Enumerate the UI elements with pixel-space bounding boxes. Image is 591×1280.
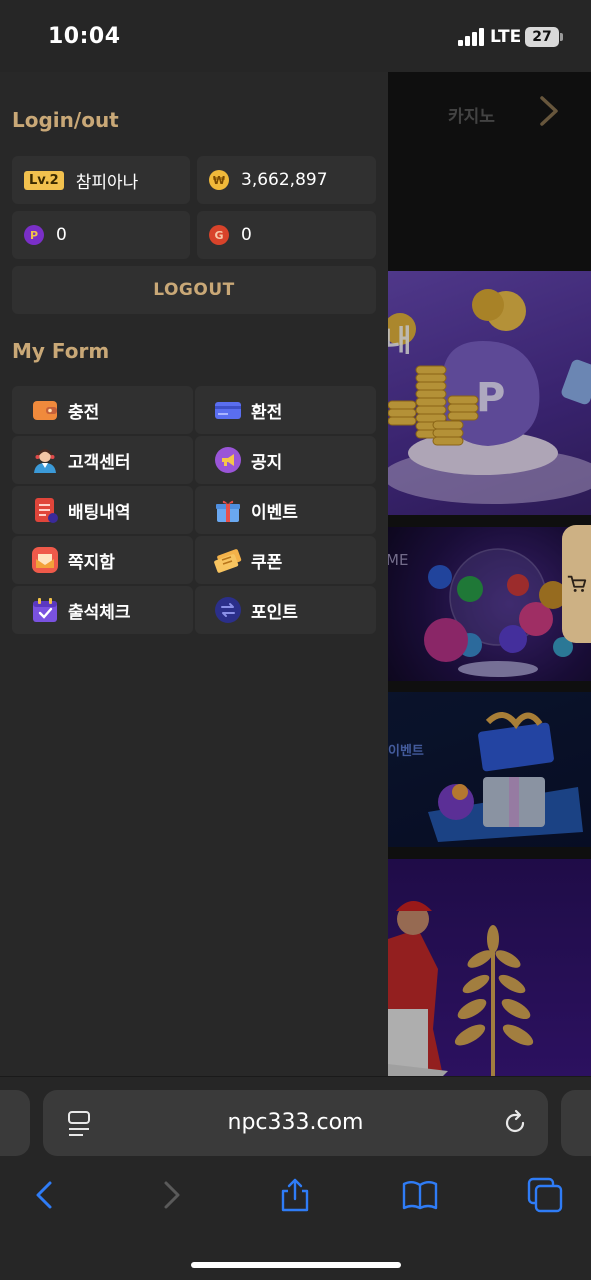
menu-item-points[interactable]: 포인트: [195, 586, 376, 634]
side-drawer: Login/out Lv.2 참피아나 ₩ 3,662,897 P 0 G 0 …: [0, 72, 388, 1076]
user-name: 참피아나: [75, 172, 139, 193]
menu-item-event[interactable]: 이벤트: [195, 486, 376, 534]
megaphone-icon: [215, 447, 241, 473]
tabs-icon[interactable]: [527, 1177, 563, 1213]
next-tab-preview[interactable]: [561, 1090, 591, 1156]
drawer-overlay[interactable]: [388, 72, 591, 1076]
menu-item-attendance[interactable]: 출석체크: [12, 586, 193, 634]
share-icon[interactable]: [277, 1177, 313, 1213]
address-bar[interactable]: npc333.com: [43, 1090, 548, 1156]
menu-label: 출석체크: [68, 602, 131, 623]
menu-label: 배팅내역: [68, 502, 131, 523]
exchange-icon: [215, 597, 241, 623]
menu-item-charge[interactable]: 충전: [12, 386, 193, 434]
back-icon[interactable]: [26, 1177, 62, 1213]
won-coin-icon: ₩: [209, 170, 229, 190]
battery-icon: 27: [525, 27, 563, 47]
cart-icon: [567, 575, 587, 592]
level-badge: Lv.2: [24, 170, 64, 190]
g-card: G 0: [197, 211, 376, 259]
point-coin-icon: P: [24, 225, 44, 245]
menu-label: 포인트: [251, 602, 298, 623]
menu-label: 이벤트: [251, 502, 298, 523]
user-level-card: Lv.2 참피아나: [12, 156, 190, 204]
menu-label: 충전: [68, 402, 100, 423]
card-icon: [215, 402, 241, 419]
point-value: 0: [56, 225, 67, 245]
document-icon: [35, 498, 58, 523]
myform-section-title: My Form: [12, 339, 110, 363]
forward-icon[interactable]: [154, 1177, 190, 1213]
calendar-check-icon: [33, 598, 57, 622]
g-coin-icon: G: [209, 225, 229, 245]
coupon-icon: [214, 549, 242, 573]
gift-icon: [216, 500, 240, 522]
support-agent-icon: [34, 449, 56, 473]
menu-item-messages[interactable]: 쪽지함: [12, 536, 193, 584]
status-time: 10:04: [48, 24, 121, 49]
logout-button[interactable]: LOGOUT: [12, 266, 376, 314]
menu-item-bet-history[interactable]: 배팅내역: [12, 486, 193, 534]
menu-item-notice[interactable]: 공지: [195, 436, 376, 484]
money-card: ₩ 3,662,897: [197, 156, 376, 204]
url-text[interactable]: npc333.com: [43, 1110, 548, 1135]
previous-tab-preview[interactable]: [0, 1090, 30, 1156]
money-value: 3,662,897: [241, 170, 328, 190]
reload-icon[interactable]: [501, 1109, 529, 1137]
menu-label: 환전: [251, 402, 283, 423]
mail-icon: [32, 547, 58, 573]
menu-label: 고객센터: [68, 452, 131, 473]
wallet-icon: [33, 401, 57, 420]
menu-label: 쪽지함: [68, 552, 115, 573]
cellular-signal-icon: [458, 28, 486, 46]
g-value: 0: [241, 225, 252, 245]
bookmarks-icon[interactable]: [402, 1177, 438, 1213]
menu-item-support[interactable]: 고객센터: [12, 436, 193, 484]
point-card: P 0: [12, 211, 190, 259]
cart-tab[interactable]: [562, 525, 591, 643]
menu-label: 공지: [251, 452, 283, 473]
home-indicator[interactable]: [191, 1262, 401, 1268]
login-section-title: Login/out: [12, 108, 119, 132]
menu-item-coupon[interactable]: 쿠폰: [195, 536, 376, 584]
browser-toolbar: npc333.com: [0, 1076, 591, 1280]
menu-item-exchange[interactable]: 환전: [195, 386, 376, 434]
menu-label: 쿠폰: [251, 552, 283, 573]
network-type: LTE: [490, 27, 522, 47]
status-bar: 10:04 LTE 27: [0, 0, 591, 72]
